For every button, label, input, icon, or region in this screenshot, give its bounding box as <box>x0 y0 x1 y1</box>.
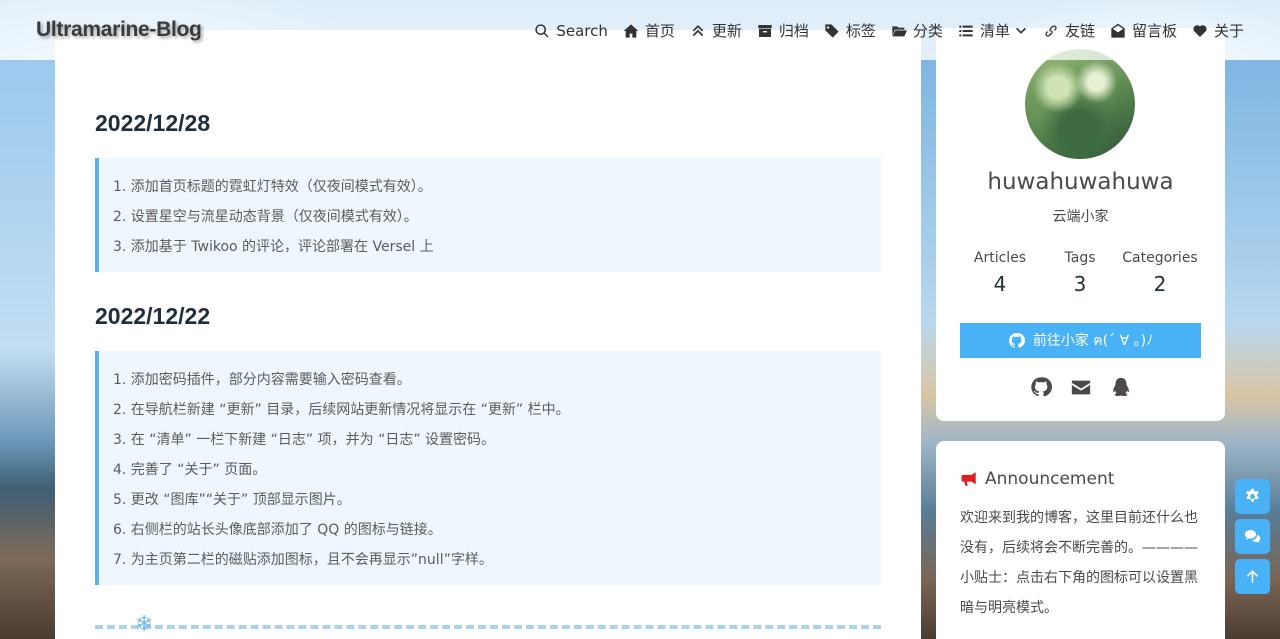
home-icon <box>623 23 639 38</box>
envelope-open-icon <box>1111 23 1125 38</box>
author-info-card: huwahuwahuwa 云端小家 Articles 4 Tags 3 Cate… <box>936 28 1225 421</box>
stat-label: Tags <box>1064 250 1096 266</box>
angles-up-icon <box>692 24 704 36</box>
site-stats: Articles 4 Tags 3 Categories 2 <box>960 250 1200 296</box>
nav-item-links[interactable]: 友链 <box>1043 20 1095 41</box>
list-item: 6. 右侧栏的站长头像底部添加了 QQ 的图标与链接。 <box>113 522 442 538</box>
update-note-box: 1. 添加首页标题的霓虹灯特效（仅夜间模式有效）。 2. 设置星空与流星动态背景… <box>95 158 881 272</box>
update-date-heading: 2022/12/22 <box>95 303 210 330</box>
github-icon[interactable] <box>1030 376 1052 398</box>
list-item: 3. 添加基于 Twikoo 的评论，评论部署在 Versel 上 <box>113 239 434 255</box>
nav-item-about[interactable]: 关于 <box>1192 20 1244 41</box>
announcement-title: Announcement <box>985 469 1115 489</box>
site-title[interactable]: Ultramarine-Blog <box>36 18 202 42</box>
update-list: 1. 添加首页标题的霓虹灯特效（仅夜间模式有效）。 2. 设置星空与流星动态背景… <box>99 158 881 262</box>
snowflake-icon: ❄ <box>135 612 154 637</box>
stat-value: 3 <box>1073 272 1087 296</box>
author-name: huwahuwahuwa <box>987 169 1174 195</box>
nav-item-categories[interactable]: 分类 <box>891 20 943 41</box>
settings-button[interactable] <box>1235 479 1270 514</box>
stat-categories[interactable]: Categories 2 <box>1120 250 1200 296</box>
update-note-box: 1. 添加密码插件，部分内容需要输入密码查看。 2. 在导航栏新建 “更新” 目… <box>95 351 881 585</box>
back-to-top-button[interactable] <box>1235 559 1270 594</box>
chevron-down-icon <box>1015 27 1026 34</box>
heart-icon <box>1193 24 1207 37</box>
archive-icon <box>758 24 772 37</box>
background-scenery-left <box>0 60 55 639</box>
comments-icon <box>1244 530 1261 543</box>
visit-home-button[interactable]: 前往小家 ฅ(ˊ ∀ 。)ﾉ <box>960 323 1201 358</box>
announcement-card: Announcement 欢迎来到我的博客，这里目前还什么也没有，后续将会不断完… <box>936 441 1225 639</box>
comments-button[interactable] <box>1235 519 1270 554</box>
stat-articles[interactable]: Articles 4 <box>960 250 1040 296</box>
nav-item-label: 标签 <box>845 22 876 40</box>
list-icon <box>959 25 973 36</box>
update-date-heading: 2022/12/28 <box>95 110 210 137</box>
avatar[interactable] <box>1025 49 1135 159</box>
gear-icon <box>1245 488 1259 502</box>
stat-label: Articles <box>973 250 1027 266</box>
folder-open-icon <box>892 25 907 36</box>
stat-label: Categories <box>1122 250 1198 266</box>
nav-item-label: 更新 <box>711 22 742 40</box>
nav-item-label: 友链 <box>1064 22 1095 40</box>
announcement-text: 欢迎来到我的博客，这里目前还什么也没有，后续将会不断完善的。———— 小贴士：点… <box>960 510 1198 616</box>
nav-item-label: 留言板 <box>1131 22 1177 40</box>
stat-value: 2 <box>1153 272 1167 296</box>
list-item: 4. 完善了 “关于” 页面。 <box>113 462 267 478</box>
nav-item-label: 分类 <box>912 22 943 40</box>
dashed-divider <box>95 625 881 629</box>
list-item: 5. 更改 “图库”“关于” 顶部显示图片。 <box>113 492 351 508</box>
list-item: 1. 添加密码插件，部分内容需要输入密码查看。 <box>113 372 411 388</box>
nav-item-search[interactable]: Search <box>534 22 608 40</box>
list-item: 7. 为主页第二栏的磁贴添加图标，且不会再显示”null”字样。 <box>113 552 493 568</box>
main-content-card: 2022/12/28 1. 添加首页标题的霓虹灯特效（仅夜间模式有效）。 2. … <box>55 30 921 639</box>
update-list: 1. 添加密码插件，部分内容需要输入密码查看。 2. 在导航栏新建 “更新” 目… <box>99 351 881 575</box>
nav-item-tags[interactable]: 标签 <box>824 20 876 41</box>
nav-item-label: Search <box>556 21 608 40</box>
nav-item-label: 清单 <box>979 22 1010 40</box>
stat-tags[interactable]: Tags 3 <box>1040 250 1120 296</box>
email-icon[interactable] <box>1070 376 1092 398</box>
bullhorn-icon <box>961 472 976 486</box>
list-item: 2. 在导航栏新建 “更新” 目录，后续网站更新情况将显示在 “更新” 栏中。 <box>113 402 570 418</box>
announcement-header: Announcement <box>960 469 1114 489</box>
list-item: 1. 添加首页标题的霓虹灯特效（仅夜间模式有效）。 <box>113 179 432 195</box>
nav-item-guestbook[interactable]: 留言板 <box>1110 20 1177 41</box>
nav-item-label: 归档 <box>778 22 809 40</box>
github-icon <box>1008 332 1025 348</box>
qq-icon[interactable] <box>1110 376 1132 398</box>
search-icon <box>535 23 549 37</box>
social-links <box>936 376 1225 398</box>
tags-icon <box>825 23 839 38</box>
nav-item-update[interactable]: 更新 <box>690 20 742 41</box>
date-heading: 2022/12/22 <box>95 303 211 329</box>
nav-item-archive[interactable]: 归档 <box>757 20 809 41</box>
arrow-up-icon <box>1246 570 1259 583</box>
author-description: 云端小家 <box>1052 209 1109 225</box>
nav-item-home[interactable]: 首页 <box>623 20 675 41</box>
nav-item-label: 首页 <box>644 22 675 40</box>
nav-item-label: 关于 <box>1213 22 1244 40</box>
link-icon <box>1045 24 1057 37</box>
list-item: 3. 在 “清单” 一栏下新建 “日志” 项，并为 “日志” 设置密码。 <box>113 432 496 448</box>
nav-item-list[interactable]: 清单 <box>958 20 1028 41</box>
stat-value: 4 <box>993 272 1007 296</box>
list-item: 2. 设置星空与流星动态背景（仅夜间模式有效）。 <box>113 209 418 225</box>
nav-menu: Search 首页 更新 归档 标签 分类 清单 友链 留言板 关于 <box>519 20 1244 41</box>
date-heading: 2022/12/28 <box>95 110 211 136</box>
visit-home-label: 前往小家 ฅ(ˊ ∀ 。)ﾉ <box>1032 332 1154 349</box>
navbar: Ultramarine-Blog Search 首页 更新 归档 标签 分类 清… <box>0 0 1280 60</box>
